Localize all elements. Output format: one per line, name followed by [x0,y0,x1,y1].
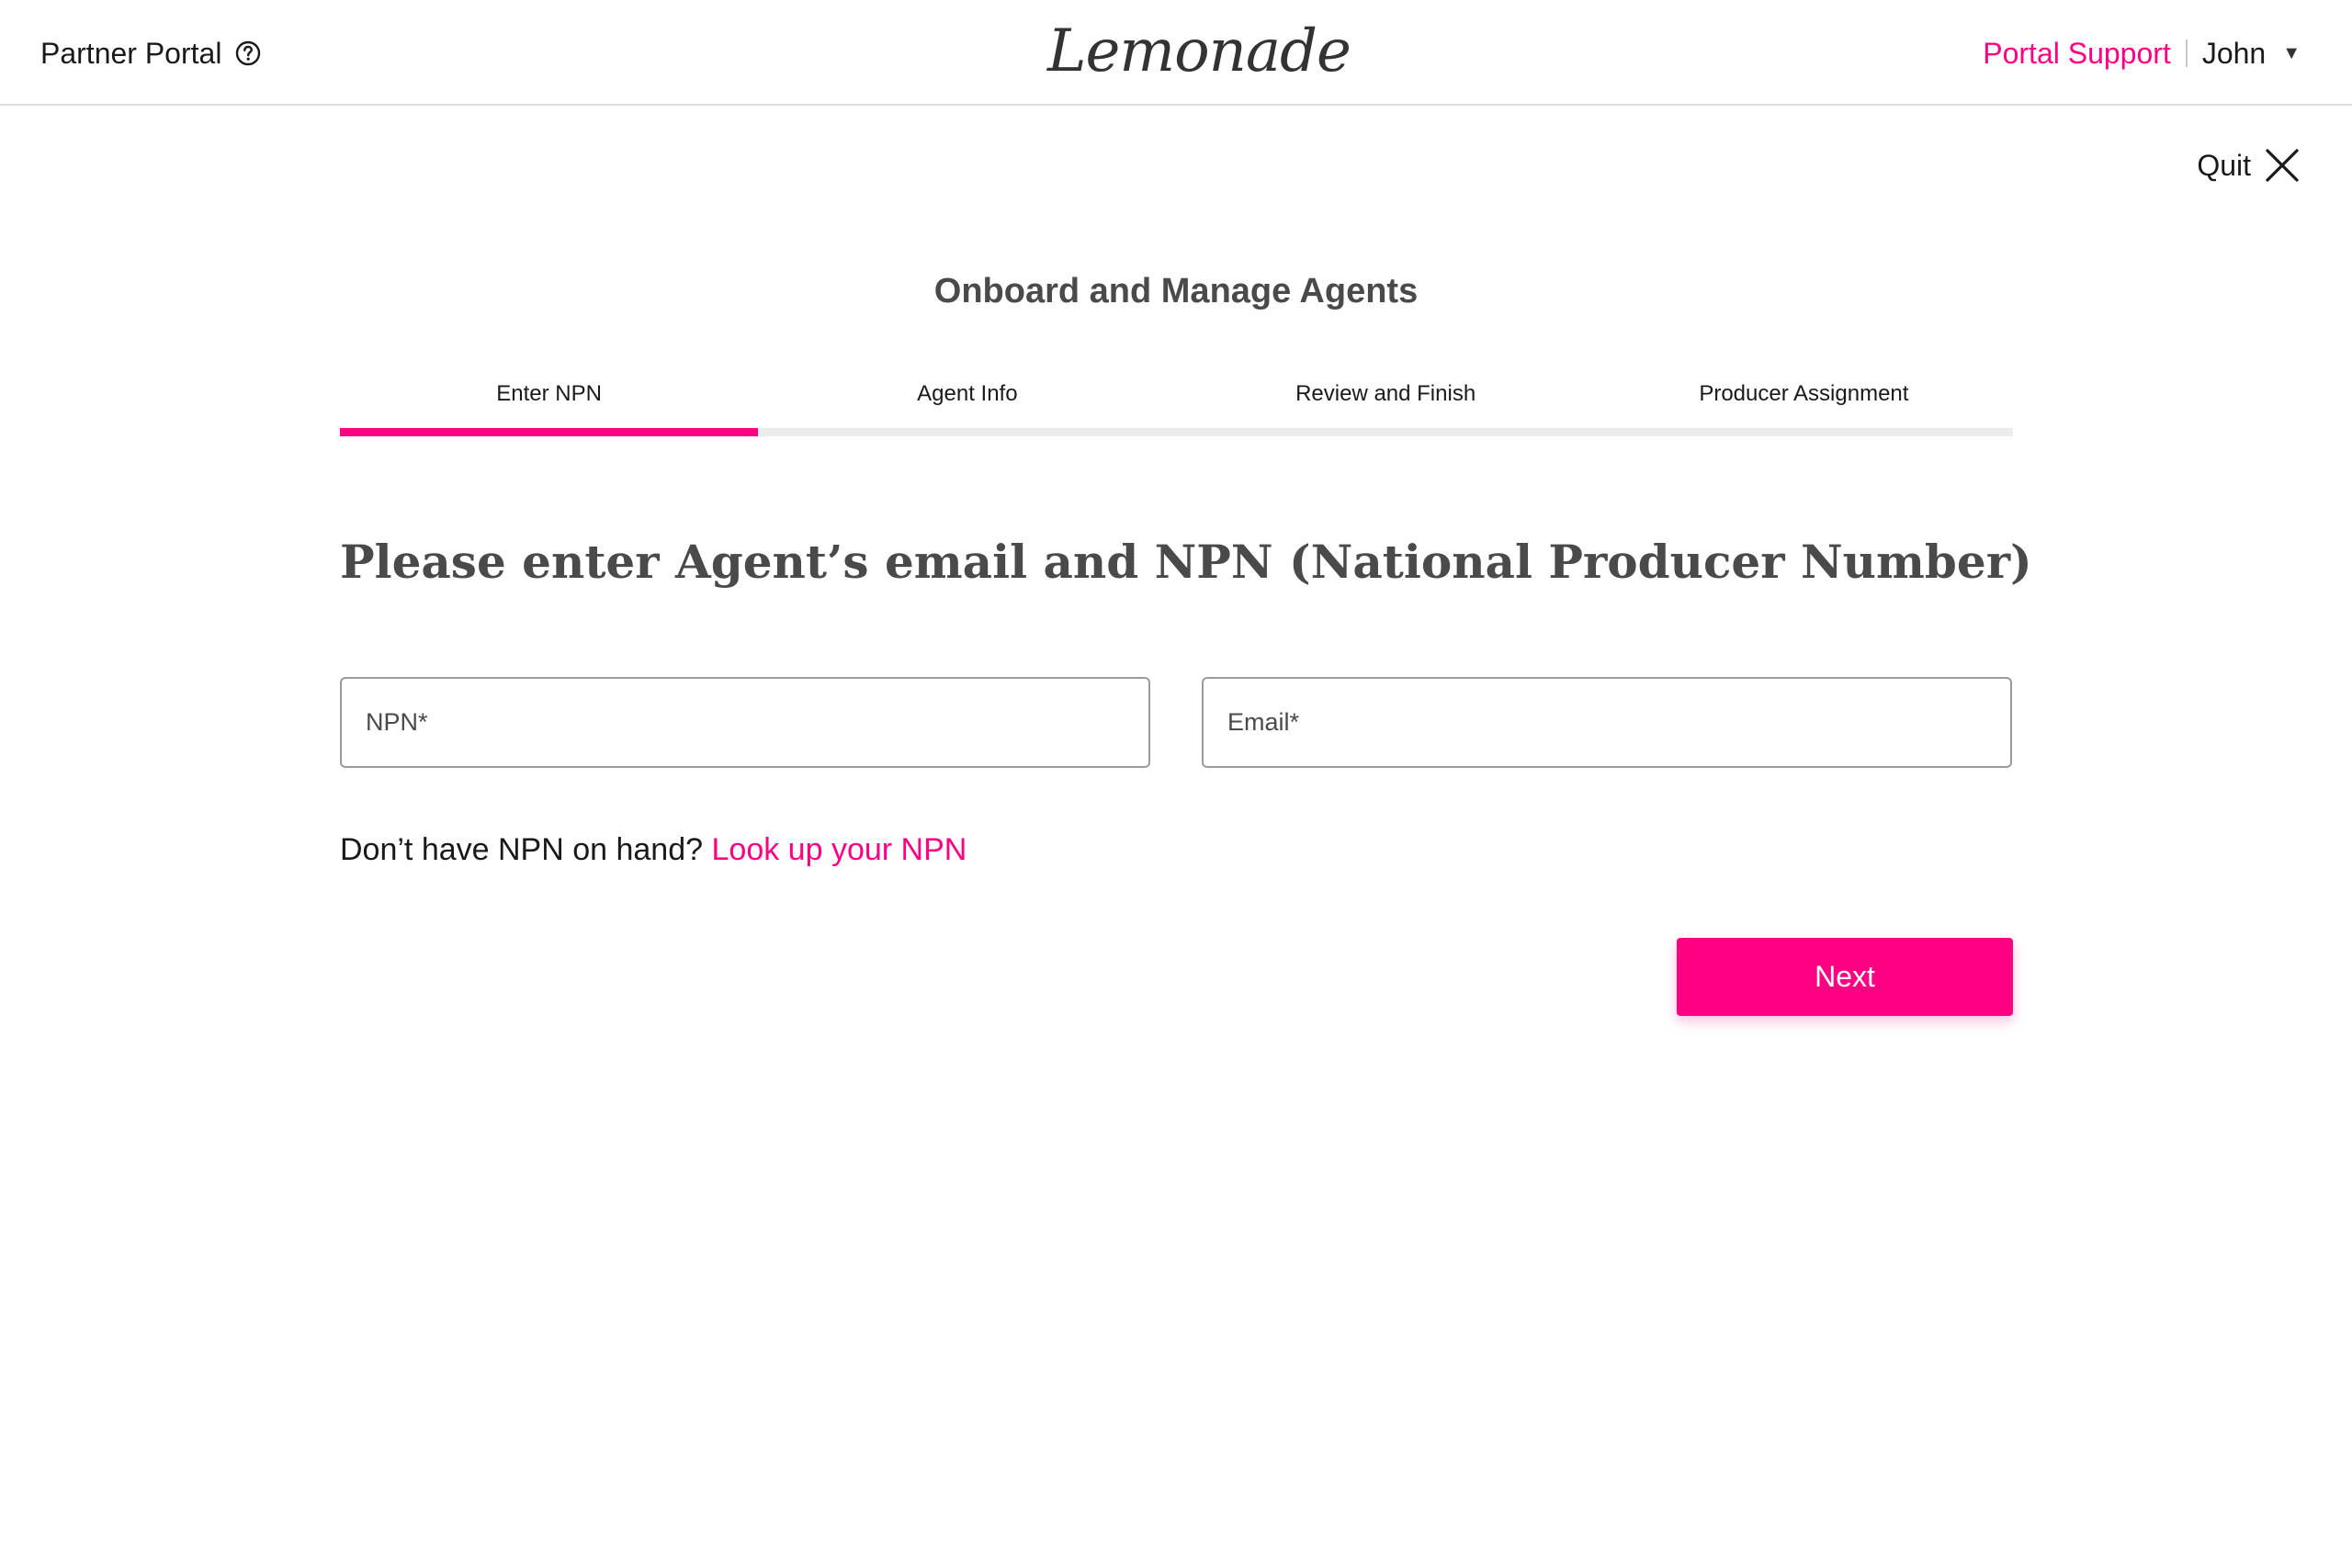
user-name: John [2201,36,2267,70]
npn-input[interactable] [342,679,1148,766]
step-progress-bar [758,428,1177,436]
npn-help-text: Don’t have NPN on hand? Look up your NPN [340,832,967,868]
step-enter-npn[interactable]: Enter NPN [340,378,759,436]
email-field [1202,677,2012,768]
step-progress-bar [1594,428,2013,436]
header-actions: Portal Support John ▼ [1983,33,2301,73]
partner-portal-brand: Partner Portal [40,33,262,73]
step-agent-info[interactable]: Agent Info [758,378,1177,436]
top-nav-bar: Partner Portal Lemonade Portal Support J… [0,0,2352,106]
email-input[interactable] [1204,679,2010,766]
step-label: Enter NPN [496,381,602,406]
lookup-npn-link[interactable]: Look up your NPN [712,832,967,867]
header-divider [2185,39,2188,67]
step-progress-bar [1176,428,1595,436]
step-producer-assignment[interactable]: Producer Assignment [1594,378,2013,436]
wizard-title: Onboard and Manage Agents [933,272,1419,310]
step-progress-bar [340,428,759,436]
caret-down-icon: ▼ [2282,42,2301,63]
step-label: Producer Assignment [1699,381,1909,406]
step-review-and-finish[interactable]: Review and Finish [1176,378,1595,436]
npn-help-label: Don’t have NPN on hand? [340,832,704,867]
step-label: Review and Finish [1295,381,1476,406]
user-menu[interactable]: John ▼ [2202,37,2301,71]
npn-field [340,677,1150,768]
lemonade-logo[interactable]: Lemonade [1047,15,1351,88]
next-button[interactable]: Next [1677,938,2013,1016]
question-circle-icon[interactable] [234,39,262,67]
wizard-steps: Enter NPN Agent Info Review and Finish P… [340,378,2013,436]
close-icon [2266,149,2299,182]
quit-label: Quit [2197,148,2251,182]
quit-button[interactable]: Quit [2197,147,2301,184]
portal-title: Partner Portal [40,36,222,70]
step-label: Agent Info [917,381,1018,406]
form-heading: Please enter Agent’s email and NPN (Nati… [340,535,2032,589]
portal-support-link[interactable]: Portal Support [1983,37,2171,71]
